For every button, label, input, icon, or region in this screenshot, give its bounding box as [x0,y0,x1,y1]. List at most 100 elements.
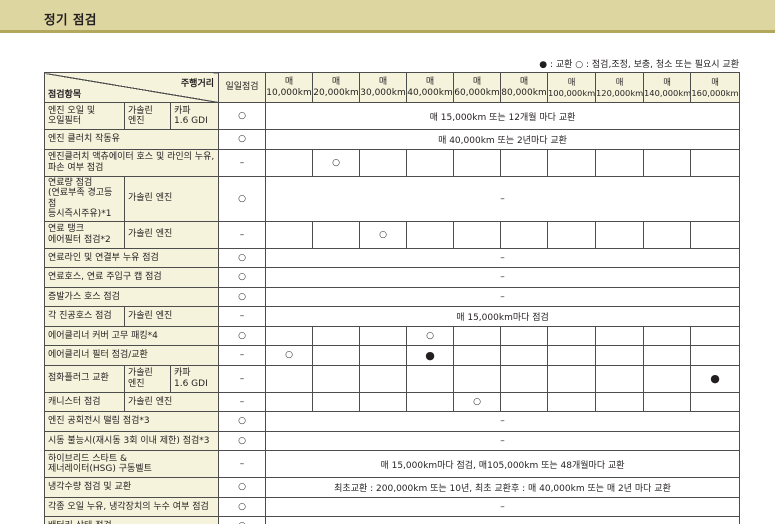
row-daily-check: ○ [218,267,267,288]
row-mark-30000 [359,325,408,346]
row-item: 엔진 클러치 작동유 [43,129,220,150]
row-mark-160000 [690,220,741,249]
row-mark-120000 [595,148,645,177]
row-mark-20000 [312,220,361,249]
table-row: 증발가스 호스 점검 ○ – [43,286,741,307]
row-mark-10000: ○ [265,345,314,366]
header-col-140000: 매 140,000km [643,72,692,103]
row-interval-note: – [265,175,741,222]
row-mark-40000 [406,220,455,249]
table-row: 각종 오일 누유, 냉각장치의 누수 여부 점검 ○ – [43,496,741,517]
title-bar: 정기 점검 [0,0,775,33]
row-interval-note: – [265,516,741,524]
row-mark-100000 [547,391,597,412]
row-sub-model: 카파 1.6 GDI [169,102,220,130]
row-mark-140000 [643,391,692,412]
row-mark-140000 [643,345,692,366]
row-item: 증발가스 호스 점검 [43,286,220,307]
row-mark-120000 [595,391,645,412]
row-item: 엔진 오일 및 오일필터 [44,102,125,130]
table-row: 각 진공호스 점검 가솔린 엔진 – 매 15,000km마다 점검 [44,306,741,327]
row-daily-check: ○ [218,325,267,346]
row-interval-note: 매 15,000km마다 점검, 매105,000km 또는 48개월마다 교환 [265,450,741,478]
row-item: 각 진공호스 점검 [44,306,125,327]
row-mark-100000 [547,364,597,393]
row-daily-check: – [218,391,267,412]
row-daily-check: ○ [218,411,267,432]
row-sub-type: 가솔린 엔진 [124,364,171,393]
row-mark-120000 [595,325,645,346]
row-sub-model: 카파 1.6 GDI [169,364,220,393]
row-mark-40000: ● [406,345,455,366]
row-item: 연료호스, 연료 주입구 캡 점검 [43,267,220,288]
row-mark-120000 [595,345,645,366]
row-mark-140000 [643,148,692,177]
row-item: 배터리 상태 점검 [43,516,220,524]
row-mark-10000 [265,220,314,249]
row-mark-40000: ○ [406,325,455,346]
row-interval-note: – [265,496,741,517]
row-daily-check: ○ [218,286,267,307]
row-interval-note: – [265,411,741,432]
header-col-160000: 매 160,000km [690,72,741,103]
row-mark-100000 [547,220,597,249]
table-row: 엔진 공회전시 떨림 점검*3 ○ – [43,411,741,432]
row-mark-160000 [690,325,741,346]
row-mark-80000 [500,391,549,412]
row-daily-check: – [218,345,267,366]
row-mark-60000 [453,364,502,393]
header-col-30000: 매 30,000km [359,72,408,103]
row-item: 에어클리너 커버 고무 패킹*4 [43,325,220,346]
row-item: 연료라인 및 연결부 누유 점검 [43,247,220,268]
row-mark-80000 [500,220,549,249]
header-col-40000: 매 40,000km [406,72,455,103]
header-item-label: 점검항목 [48,90,82,100]
row-daily-check: – [218,220,267,249]
row-mark-10000 [265,391,314,412]
row-interval-note: 최초교환 : 200,000km 또는 10년, 최초 교환후 : 매 40,0… [265,477,741,498]
row-sub-type: 가솔린 엔진 [123,391,220,412]
row-interval-note: – [265,430,741,451]
page-title: 정기 점검 [44,12,97,27]
row-mark-30000: ○ [359,220,408,249]
row-item: 각종 오일 누유, 냉각장치의 누수 여부 점검 [43,496,220,517]
row-item: 엔진 공회전시 떨림 점검*3 [43,411,220,432]
row-mark-160000 [690,345,741,366]
row-mark-80000 [500,148,549,177]
row-mark-60000 [453,325,502,346]
row-interval-note: – [265,267,741,288]
row-item: 캐니스터 점검 [44,391,125,412]
row-mark-60000 [453,220,502,249]
row-mark-140000 [643,325,692,346]
row-mark-40000 [406,148,455,177]
row-daily-check: ○ [218,247,267,268]
header-col-80000: 매 80,000km [500,72,549,103]
row-mark-20000 [312,345,361,366]
row-interval-note: 매 40,000km 또는 2년마다 교환 [265,129,741,150]
table-row: 연료라인 및 연결부 누유 점검 ○ – [43,247,741,268]
row-mark-30000 [359,391,408,412]
table-row: 점화플러그 교환 가솔린 엔진 카파 1.6 GDI – ● [44,364,741,393]
row-interval-note: 매 15,000km마다 점검 [265,306,741,327]
table-row: 캐니스터 점검 가솔린 엔진 – ○ [44,391,741,412]
row-daily-check: – [218,364,267,393]
table-row: 엔진 클러치 작동유 ○ 매 40,000km 또는 2년마다 교환 [43,129,741,150]
row-mark-10000 [265,148,314,177]
table-row: 엔진 오일 및 오일필터 가솔린 엔진 카파 1.6 GDI ○ 매 15,000km … [44,102,741,130]
table-row: 냉각수량 점검 및 교환 ○ 최초교환 : 200,000km 또는 10년, 최초… [43,477,741,498]
row-mark-20000: ○ [312,148,361,177]
row-mark-100000 [547,345,597,366]
row-daily-check: ○ [218,477,267,498]
header-col-10000: 매 10,000km [265,72,314,103]
row-mark-120000 [595,220,645,249]
row-mark-140000 [643,364,692,393]
table-row: 에어클리너 필터 점검/교환 – ○ ● [43,345,741,366]
table-row: 연료 탱크 에어필터 점검*2 가솔린 엔진 – ○ [44,220,741,249]
row-mark-80000 [500,325,549,346]
header-col-daily: 일일점검 [218,72,267,103]
table-row: 시동 불능시(재시동 3회 이내 제한) 점검*3 ○ – [43,430,741,451]
row-daily-check: – [218,148,267,177]
row-mark-30000 [359,364,408,393]
row-interval-note: – [265,247,741,268]
table-row: 하이브리드 스타트 & 제너레이터(HSG) 구동벨트 – 매 15,000km마다… [43,450,741,478]
